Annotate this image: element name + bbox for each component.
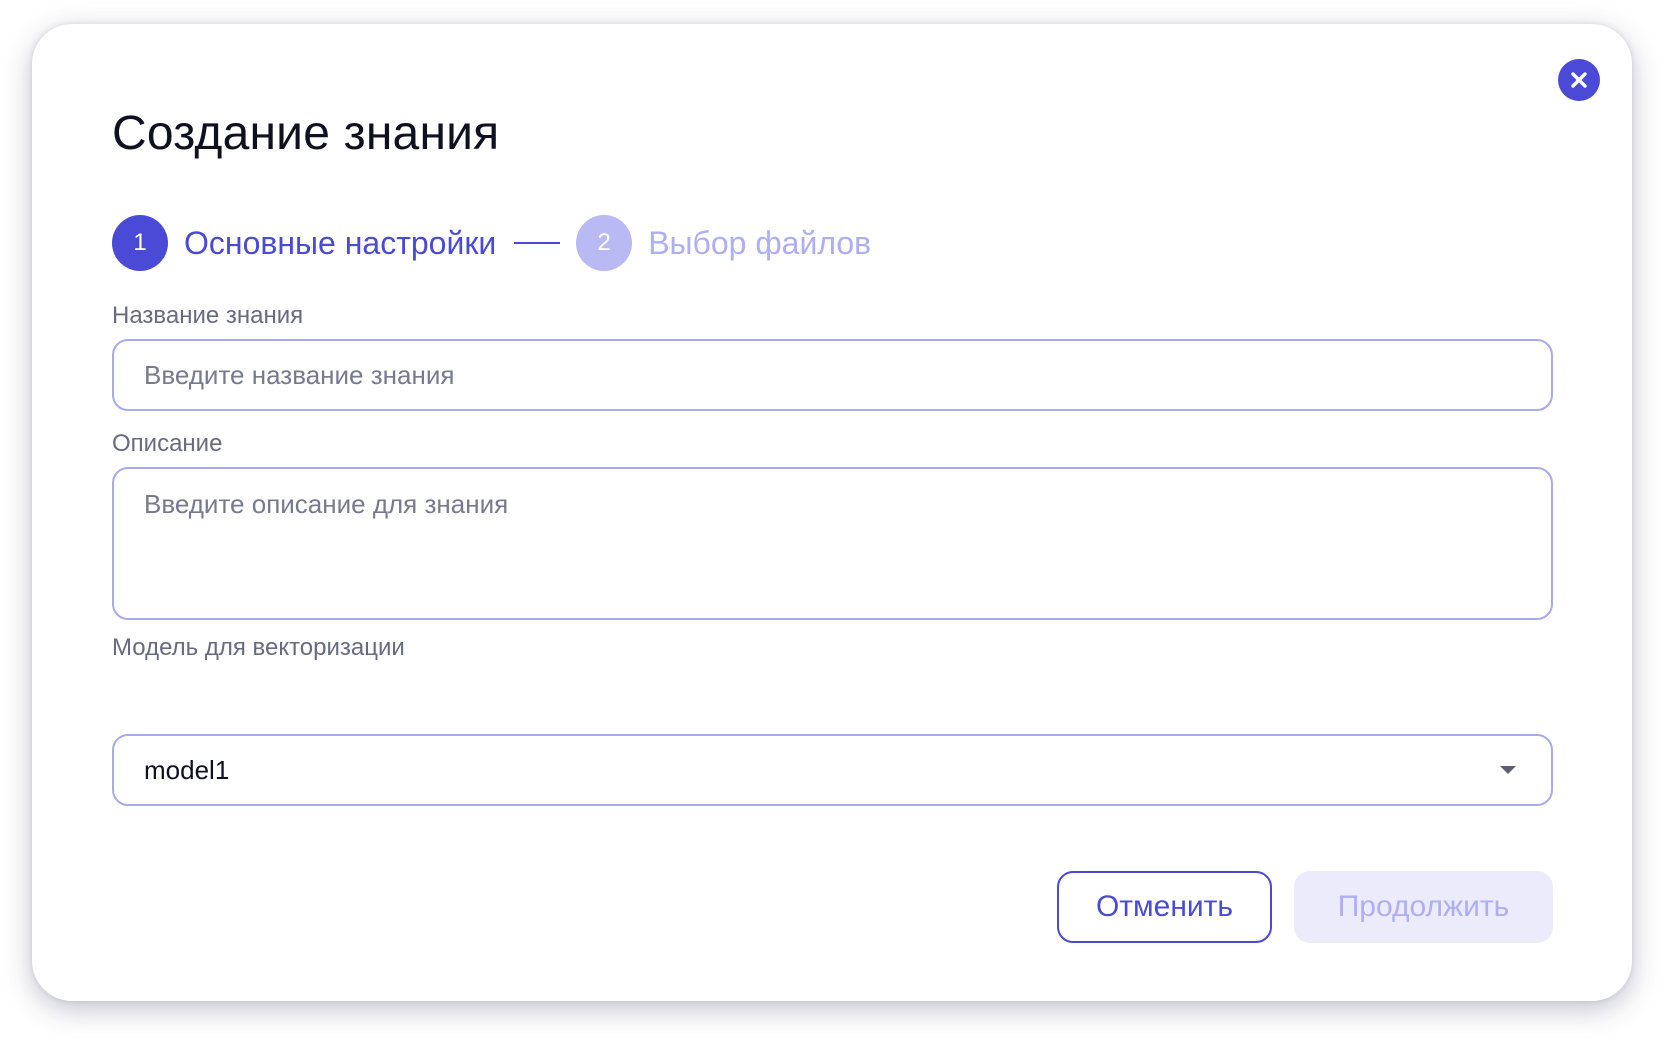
description-textarea[interactable] xyxy=(112,467,1553,620)
step-1-label: Основные настройки xyxy=(184,224,497,261)
continue-button[interactable]: Продолжить xyxy=(1294,871,1553,943)
step-connector xyxy=(514,242,561,244)
close-icon xyxy=(1571,72,1587,88)
name-field-label: Название знания xyxy=(112,302,304,329)
stepper: 1 Основные настройки 2 Выбор файлов xyxy=(112,215,871,271)
step-1-indicator: 1 xyxy=(112,215,168,271)
description-field-label: Описание xyxy=(112,430,223,457)
model-field-label: Модель для векторизации xyxy=(112,634,405,661)
cancel-button[interactable]: Отменить xyxy=(1057,871,1272,943)
chevron-down-icon xyxy=(1500,766,1516,774)
close-button[interactable] xyxy=(1558,59,1600,101)
step-2-label: Выбор файлов xyxy=(648,224,872,261)
model-select-value: model1 xyxy=(144,754,230,785)
name-input[interactable] xyxy=(112,339,1553,411)
create-knowledge-dialog: Создание знания 1 Основные настройки 2 В… xyxy=(32,24,1632,1001)
dialog-title: Создание знания xyxy=(112,107,500,160)
model-select[interactable]: model1 xyxy=(112,734,1553,806)
step-2-indicator: 2 xyxy=(576,215,633,271)
